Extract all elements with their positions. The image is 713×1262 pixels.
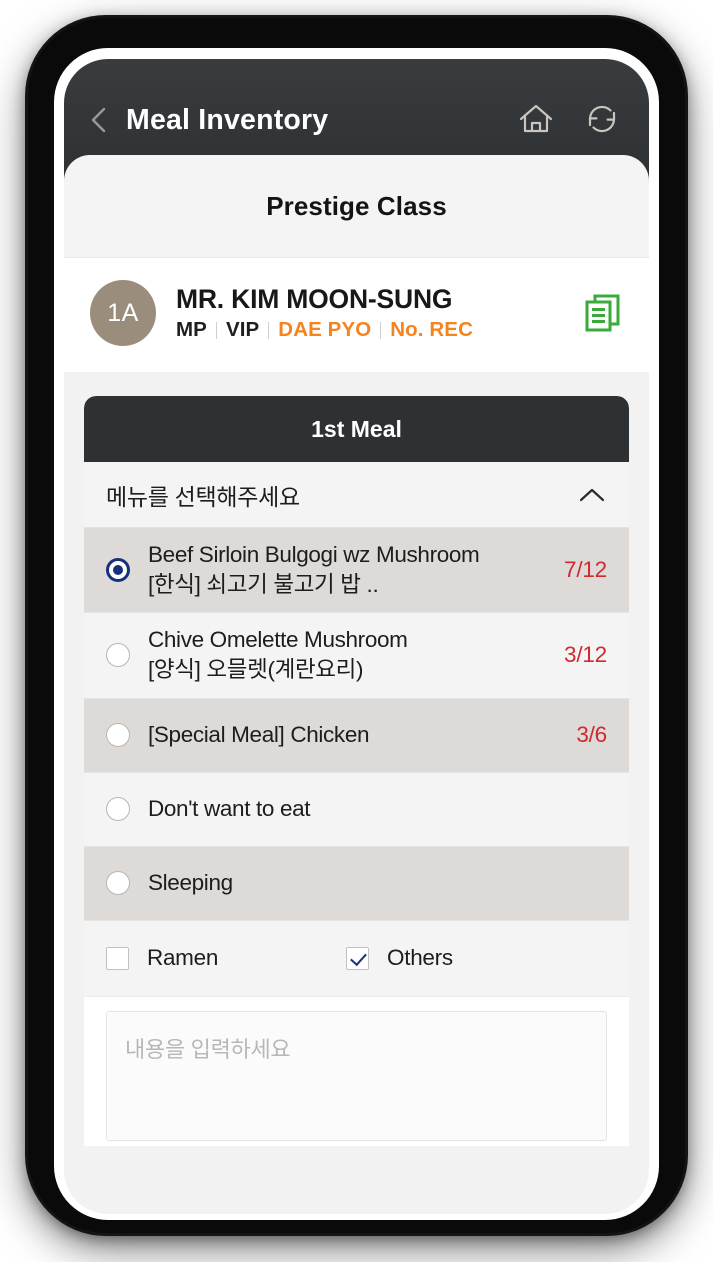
meal-option-name-korean: [한식] 쇠고기 불고기 밥 .. [148, 572, 379, 598]
passenger-details: MR. KIM MOON-SUNG MP VIP DAE PYO No. REC [176, 284, 571, 342]
tag-separator [215, 321, 217, 339]
meal-extra-checkbox-label: Ramen [147, 945, 219, 971]
meal-option-labels: Sleeping [148, 856, 607, 910]
meal-note-input[interactable] [106, 1010, 607, 1141]
meal-option-name: Don't want to eat [148, 795, 311, 821]
app-bar-actions [517, 100, 621, 140]
home-icon [519, 104, 553, 133]
seat-badge[interactable]: 1A [90, 280, 156, 346]
meal-option-row[interactable]: Beef Sirloin Bulgogi wz Mushroom [한식] 쇠고기… [84, 528, 629, 614]
passenger-tags: MP VIP DAE PYO No. REC [176, 318, 571, 342]
documents-copy-icon [585, 294, 620, 332]
passenger-tag: DAE PYO [278, 318, 372, 341]
checkbox-unchecked-icon[interactable] [106, 946, 129, 970]
back-button[interactable] [84, 105, 114, 135]
meal-extra-checkboxes: Ramen Others [84, 920, 629, 997]
radio-unselected-icon[interactable] [106, 643, 130, 668]
passenger-card[interactable]: 1A MR. KIM MOON-SUNG MP VIP DAE PYO No. REC [64, 257, 649, 372]
tag-separator [380, 321, 382, 339]
meal-option-name: Beef Sirloin Bulgogi wz Mushroom [148, 542, 480, 567]
radio-unselected-icon[interactable] [106, 723, 130, 748]
chevron-up-icon [579, 488, 605, 501]
meal-option-count: 3/12 [564, 642, 607, 668]
meal-option-name: [Special Meal] Chicken [148, 721, 370, 747]
meal-option-name: Sleeping [148, 869, 233, 895]
tag-separator [268, 321, 270, 339]
checkbox-checked-icon[interactable] [346, 946, 370, 970]
meal-option-labels: Beef Sirloin Bulgogi wz Mushroom [한식] 쇠고기… [148, 528, 552, 612]
meal-option-row[interactable]: Chive Omelette Mushroom [양식] 오믈렛(계란요리) 3/1… [84, 613, 629, 699]
meal-extra-checkbox-label: Others [387, 945, 453, 971]
passenger-tag: No. REC [390, 318, 473, 341]
menu-dropdown[interactable]: 메뉴를 선택해주세요 [84, 462, 629, 528]
radio-selected-icon[interactable] [106, 558, 130, 583]
meal-option-labels: Chive Omelette Mushroom [양식] 오믈렛(계란요리) [148, 613, 552, 697]
meal-option-count: 7/12 [564, 557, 607, 583]
passenger-documents-button[interactable] [571, 292, 623, 334]
refresh-button[interactable] [583, 100, 621, 138]
meal-note-section [84, 996, 629, 1146]
passenger-tag: VIP [225, 318, 260, 341]
meal-extra-checkbox[interactable]: Ramen [106, 945, 218, 971]
menu-dropdown-toggle[interactable] [577, 485, 607, 505]
meal-option-name-korean: [양식] 오믈렛(계란요리) [148, 657, 364, 683]
meal-option-list: Beef Sirloin Bulgogi wz Mushroom [한식] 쇠고기… [84, 528, 629, 921]
passenger-name: MR. KIM MOON-SUNG [176, 284, 453, 314]
phone-screen: Meal Inventory Prestige Class 1A MR. KIM… [64, 59, 649, 1214]
radio-unselected-icon[interactable] [106, 871, 130, 896]
passenger-tag: MP [176, 318, 207, 341]
class-tab[interactable]: Prestige Class [64, 155, 649, 257]
radio-unselected-icon[interactable] [106, 797, 130, 822]
class-tab-label: Prestige Class [266, 190, 447, 221]
meal-card-header: 1st Meal [84, 396, 629, 462]
refresh-icon [588, 105, 616, 133]
meal-card: 1st Meal 메뉴를 선택해주세요 Beef Sirloin Bulgogi… [84, 396, 629, 1146]
meal-card-title: 1st Meal [311, 415, 402, 442]
meal-section: 1st Meal 메뉴를 선택해주세요 Beef Sirloin Bulgogi… [64, 372, 649, 1146]
meal-extra-checkbox[interactable]: Others [346, 945, 453, 971]
meal-option-name: Chive Omelette Mushroom [148, 627, 408, 653]
chevron-left-icon [91, 107, 106, 133]
meal-option-row[interactable]: [Special Meal] Chicken 3/6 [84, 698, 629, 773]
menu-dropdown-label: 메뉴를 선택해주세요 [106, 483, 300, 510]
meal-option-count: 3/6 [576, 722, 607, 748]
page-title: Meal Inventory [126, 103, 329, 136]
meal-option-labels: [Special Meal] Chicken [148, 708, 564, 762]
meal-option-labels: Don't want to eat [148, 782, 607, 836]
meal-option-row[interactable]: Sleeping [84, 846, 629, 921]
home-button[interactable] [517, 101, 555, 137]
meal-option-row[interactable]: Don't want to eat [84, 772, 629, 847]
